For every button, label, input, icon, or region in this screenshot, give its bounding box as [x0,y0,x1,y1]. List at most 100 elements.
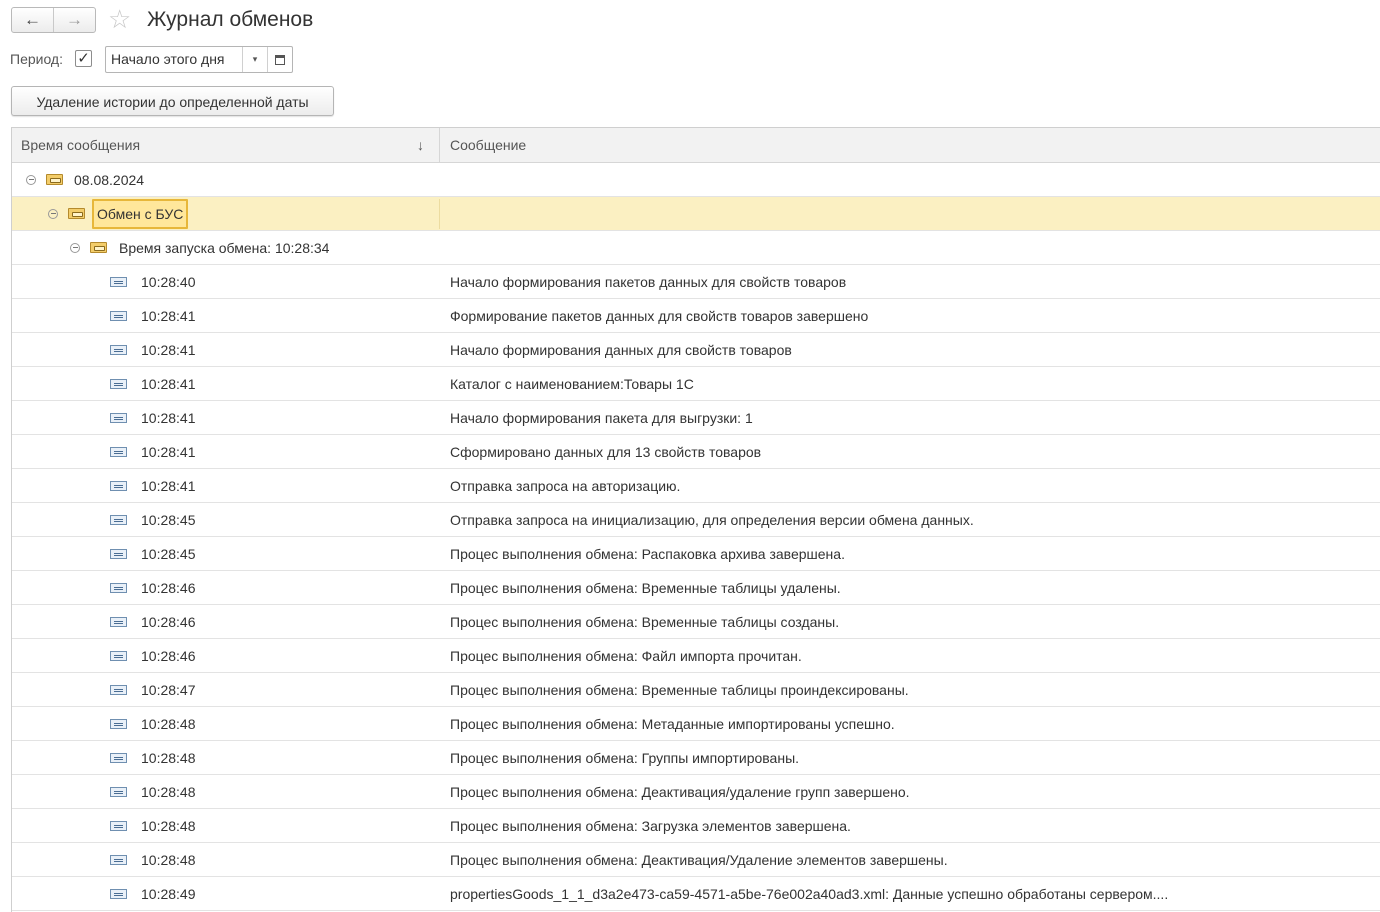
message-icon [110,820,127,831]
group-launch-label: Время запуска обмена: 10:28:34 [119,239,330,256]
table-row[interactable]: 10:28:47 Процес выполнения обмена: Времен… [12,673,1380,707]
message-time: 10:28:45 [141,545,196,562]
message-time: 10:28:46 [141,647,196,664]
navigation-buttons: ← → [11,7,96,33]
message-time: 10:28:46 [141,613,196,630]
message-icon [110,684,127,695]
time-cell: 10:28:47 [12,682,440,698]
time-cell: 10:28:40 [12,274,440,290]
table-row[interactable]: 10:28:40 Начало формирования пакетов данн… [12,265,1380,299]
message-icon [110,412,127,423]
message-icon [110,752,127,763]
message-text: Процес выполнения обмена: Временные табл… [450,613,840,630]
message-text: Процес выполнения обмена: Деактивация/Уд… [450,851,948,868]
message-time: 10:28:40 [141,273,196,290]
message-icon [110,344,127,355]
message-text: Начало формирования пакета для выгрузки:… [450,409,753,426]
time-cell: 10:28:45 [12,546,440,562]
collapse-icon[interactable] [70,242,80,253]
message-icon [110,582,127,593]
message-text: Отправка запроса на авторизацию. [450,477,681,494]
message-text: Начало формирования данных для свойств т… [450,341,792,358]
message-time: 10:28:45 [141,511,196,528]
message-icon [110,310,127,321]
message-time: 10:28:48 [141,715,196,732]
time-cell: 10:28:46 [12,580,440,596]
table-row[interactable]: 10:28:48 Процес выполнения обмена: Группы… [12,741,1380,775]
folder-icon [68,208,85,219]
forward-button[interactable]: → [53,8,95,32]
table-row[interactable]: 10:28:45 Отправка запроса на инициализаци… [12,503,1380,537]
message-text: Формирование пакетов данных для свойств … [450,307,869,324]
table-row[interactable]: 10:28:41 Начало формирования данных для с… [12,333,1380,367]
group-date-label: 08.08.2024 [74,171,145,188]
time-cell: 10:28:41 [12,410,440,426]
message-time: 10:28:48 [141,851,196,868]
favorite-star-icon[interactable]: ☆ [108,4,131,34]
table-row[interactable]: 10:28:41 Формирование пакетов данных для … [12,299,1380,333]
back-button[interactable]: ← [12,8,53,32]
message-time: 10:28:46 [141,579,196,596]
message-text: Процес выполнения обмена: Деактивация/уд… [450,783,910,800]
time-cell: 10:28:49 [12,886,440,902]
table-row[interactable]: 10:28:46 Процес выполнения обмена: Файл и… [12,639,1380,673]
message-time: 10:28:41 [141,375,196,392]
table-row[interactable]: 10:28:41 Начало формирования пакета для в… [12,401,1380,435]
group-row-date[interactable]: 08.08.2024 [12,163,1380,197]
group-row-exchange[interactable]: Обмен с БУС [12,197,1380,231]
time-cell: 10:28:41 [12,444,440,460]
table-row[interactable]: 10:28:45 Процес выполнения обмена: Распак… [12,537,1380,571]
message-text: Процес выполнения обмена: Метаданные имп… [450,715,895,732]
message-text: Отправка запроса на инициализацию, для о… [450,511,974,528]
table-row[interactable]: 10:28:46 Процес выполнения обмена: Времен… [12,605,1380,639]
time-cell: 10:28:41 [12,478,440,494]
period-select[interactable]: Начало этого дня ▾ [105,46,293,73]
dropdown-button[interactable]: ▾ [242,47,267,72]
message-time: 10:28:48 [141,749,196,766]
table-row[interactable]: 10:28:48 Процес выполнения обмена: Метада… [12,707,1380,741]
time-cell: 10:28:48 [12,818,440,834]
message-text: Процес выполнения обмена: Временные табл… [450,681,909,698]
message-icon [110,514,127,525]
table-row[interactable]: 10:28:41 Отправка запроса на авторизацию. [12,469,1380,503]
time-cell: 10:28:45 [12,512,440,528]
delete-history-button[interactable]: Удаление истории до определенной даты [11,86,334,116]
time-cell: 10:28:41 [12,342,440,358]
collapse-icon[interactable] [48,208,58,219]
group-row-launch[interactable]: Время запуска обмена: 10:28:34 [12,231,1380,265]
message-icon [110,446,127,457]
message-time: 10:28:48 [141,783,196,800]
message-icon [110,718,127,729]
period-checkbox[interactable]: ✓ [75,50,92,67]
period-value[interactable]: Начало этого дня [106,47,242,72]
table-row[interactable]: 10:28:48 Процес выполнения обмена: Загруз… [12,809,1380,843]
checkmark-icon: ✓ [77,50,90,67]
arrow-left-icon: ← [24,10,41,29]
exchange-log-table[interactable]: Время сообщения ↓ Сообщение 08.08.2024 О… [11,127,1380,912]
table-row[interactable]: 10:28:48 Процес выполнения обмена: Деакти… [12,843,1380,877]
table-row[interactable]: 10:28:41 Сформировано данных для 13 свойс… [12,435,1380,469]
message-time: 10:28:47 [141,681,196,698]
message-icon [110,650,127,661]
time-cell: 10:28:46 [12,648,440,664]
calendar-button[interactable] [267,47,292,72]
table-header: Время сообщения ↓ Сообщение [12,128,1380,163]
log-rows: 10:28:40 Начало формирования пакетов данн… [12,265,1380,911]
collapse-icon[interactable] [26,174,36,185]
message-icon [110,378,127,389]
message-text: Процес выполнения обмена: Временные табл… [450,579,841,596]
message-text: Процес выполнения обмена: Загрузка элеме… [450,817,851,834]
table-row[interactable]: 10:28:41 Каталог с наименованием:Товары 1… [12,367,1380,401]
folder-icon [46,174,63,185]
time-cell: 10:28:48 [12,750,440,766]
column-header-time[interactable]: Время сообщения ↓ [12,128,440,162]
message-icon [110,888,127,899]
table-row[interactable]: 10:28:49 propertiesGoods_1_1_d3a2e473-ca5… [12,877,1380,911]
message-icon [110,276,127,287]
table-row[interactable]: 10:28:46 Процес выполнения обмена: Времен… [12,571,1380,605]
message-text: Процес выполнения обмена: Группы импорти… [450,749,800,766]
table-row[interactable]: 10:28:48 Процес выполнения обмена: Деакти… [12,775,1380,809]
message-text: Процес выполнения обмена: Файл импорта п… [450,647,802,664]
message-text: Начало формирования пакетов данных для с… [450,273,847,290]
column-header-message[interactable]: Сообщение [440,128,1380,162]
